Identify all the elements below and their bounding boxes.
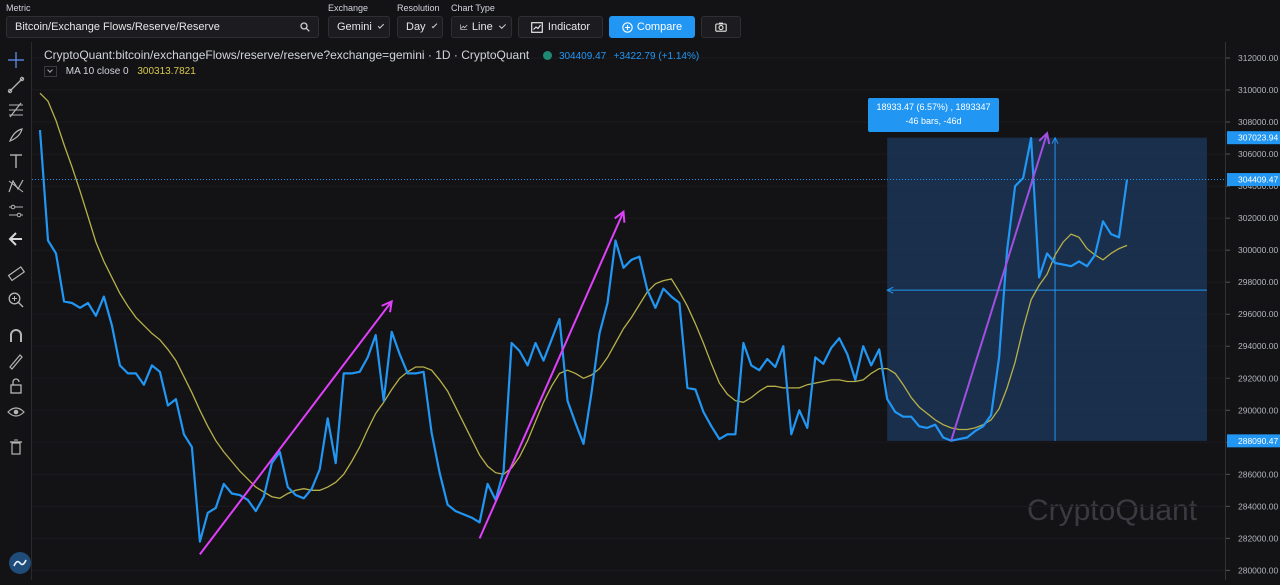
last-price-tag: 304409.47 xyxy=(1238,175,1278,185)
fib-icon[interactable] xyxy=(6,100,26,120)
price-tags: 307023.94 304409.47 288090.47 xyxy=(1227,131,1280,448)
legend-ma-label: MA 10 close 0 xyxy=(65,66,129,78)
camera-icon xyxy=(715,22,727,32)
tick-label: 312000.00 xyxy=(1238,53,1278,63)
tick-label: 298000.00 xyxy=(1238,277,1278,287)
tick-label: 306000.00 xyxy=(1238,149,1278,159)
back-arrow-icon[interactable] xyxy=(6,229,26,249)
logo-icon[interactable] xyxy=(9,552,31,574)
legend-change: +3422.79 (+1.14%) xyxy=(613,51,700,62)
trash-icon[interactable] xyxy=(6,437,26,457)
tick-label: 294000.00 xyxy=(1238,341,1278,351)
tick-label: 284000.00 xyxy=(1238,501,1278,511)
chart-area[interactable]: CryptoQuant 18933.47 (6.57%) , 1893347 -… xyxy=(32,42,1225,580)
zoom-in-icon[interactable] xyxy=(6,290,26,310)
tick-label: 308000.00 xyxy=(1238,117,1278,127)
legend-symbol-text: CryptoQuant:bitcoin/exchangeFlows/reserv… xyxy=(44,48,530,62)
pattern-icon[interactable] xyxy=(6,176,26,196)
ruler-icon[interactable] xyxy=(6,264,26,284)
tick-label: 310000.00 xyxy=(1238,85,1278,95)
chevron-down-icon xyxy=(498,21,506,30)
trend-arrow[interactable] xyxy=(199,300,393,555)
tick-label: 292000.00 xyxy=(1238,373,1278,383)
trend-arrow[interactable] xyxy=(478,211,625,539)
exchange-value: Gemini xyxy=(337,21,372,33)
trend-line-icon[interactable] xyxy=(6,75,26,95)
range-high-tag: 307023.94 xyxy=(1238,133,1278,143)
resolution-value: Day xyxy=(406,21,426,33)
tick-label: 290000.00 xyxy=(1238,405,1278,415)
indicator-label: Indicator xyxy=(547,21,591,33)
tick-label: 296000.00 xyxy=(1238,309,1278,319)
legend-last-value: 304409.47 xyxy=(558,51,607,62)
tick-label: 280000.00 xyxy=(1238,565,1278,575)
resolution-select[interactable]: Day xyxy=(397,16,443,38)
tick-label: 282000.00 xyxy=(1238,533,1278,543)
price-axis[interactable]: 280000.00 282000.00 284000.00 286000.00 2880… xyxy=(1225,42,1280,580)
chart-type-value: Line xyxy=(471,21,493,33)
tick-label: 300000.00 xyxy=(1238,245,1278,255)
chevron-down-icon xyxy=(431,22,438,29)
screenshot-button[interactable] xyxy=(701,16,741,38)
indicator-button[interactable]: Indicator xyxy=(518,16,603,38)
exchange-label: Exchange xyxy=(328,3,369,13)
watermark: CryptoQuant xyxy=(1027,494,1198,527)
measure-tooltip: 18933.47 (6.57%) , 1893347 -46 bars, -46… xyxy=(868,98,999,132)
tick-label: 286000.00 xyxy=(1238,469,1278,479)
exchange-select[interactable]: Gemini xyxy=(328,16,390,38)
chevron-down-icon xyxy=(377,22,385,29)
legend-dot xyxy=(542,51,552,61)
lock-icon[interactable] xyxy=(6,376,26,396)
resolution-label: Resolution xyxy=(397,3,440,13)
legend-ma-value: 300313.7821 xyxy=(137,66,196,78)
chart-svg: CryptoQuant 18933.47 (6.57%) , 1893347 -… xyxy=(32,57,1225,571)
measure-line2: -46 bars, -46d xyxy=(905,116,961,126)
crosshair-icon[interactable] xyxy=(6,50,26,70)
plus-circle-icon xyxy=(622,21,633,33)
compare-button[interactable]: Compare xyxy=(609,16,695,38)
tick-label: 302000.00 xyxy=(1238,213,1278,223)
measure-range[interactable] xyxy=(886,136,1207,441)
metric-input[interactable]: Bitcoin/Exchange Flows/Reserve/Reserve xyxy=(6,16,319,38)
metric-value: Bitcoin/Exchange Flows/Reserve/Reserve xyxy=(15,21,220,33)
legend-symbol: CryptoQuant:bitcoin/exchangeFlows/reserv… xyxy=(44,48,699,62)
metric-label: Metric xyxy=(6,3,31,13)
range-low-tag: 288090.47 xyxy=(1238,436,1278,446)
lock-draw-icon[interactable] xyxy=(6,351,26,371)
legend-ma: MA 10 close 0 300313.7821 xyxy=(44,66,196,77)
legend-collapse-icon[interactable] xyxy=(44,66,57,77)
compare-label: Compare xyxy=(636,21,683,33)
text-icon[interactable] xyxy=(6,151,26,171)
drawing-toolbar xyxy=(0,42,32,580)
indicator-icon xyxy=(530,21,543,33)
search-icon[interactable] xyxy=(300,22,310,32)
magnet-icon[interactable] xyxy=(6,326,26,346)
line-chart-icon xyxy=(460,24,468,30)
prediction-icon[interactable] xyxy=(6,201,26,221)
chart-type-label: Chart Type xyxy=(451,3,495,13)
chart-type-select[interactable]: Line xyxy=(451,16,512,38)
brush-icon[interactable] xyxy=(6,125,26,145)
eye-icon[interactable] xyxy=(6,402,26,422)
measure-box[interactable] xyxy=(887,137,1207,441)
price-axis-svg: 280000.00 282000.00 284000.00 286000.00 2880… xyxy=(1226,53,1280,575)
toolbar: Metric Bitcoin/Exchange Flows/Reserve/Re… xyxy=(0,0,1280,42)
measure-line1: 18933.47 (6.57%) , 1893347 xyxy=(876,102,990,112)
